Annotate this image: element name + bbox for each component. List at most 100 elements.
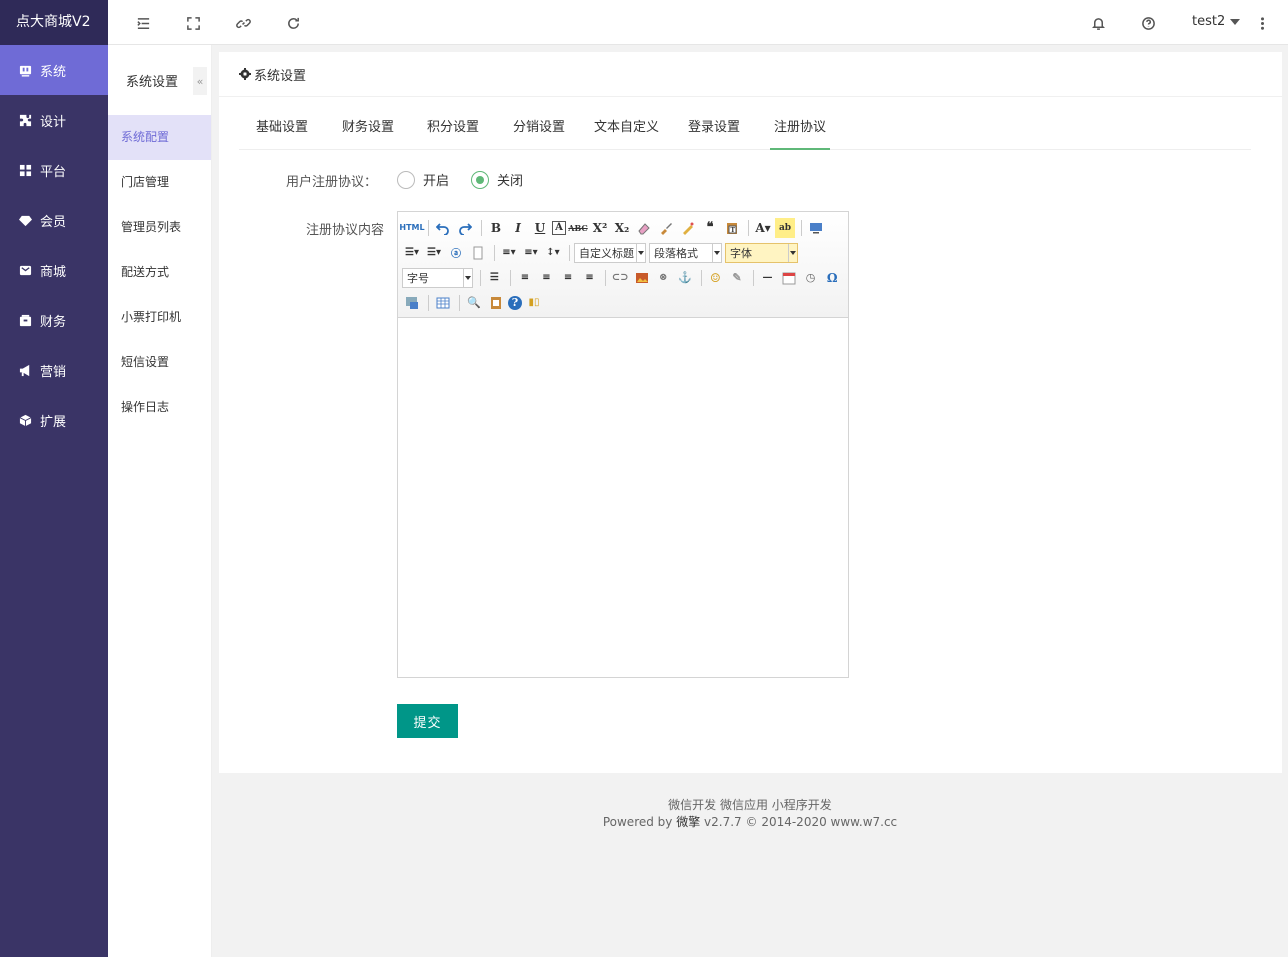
tab-basic[interactable]: 基础设置 <box>256 108 308 150</box>
main-menu-finance[interactable]: 财务 <box>0 295 108 345</box>
direction-icon[interactable]: ☰ <box>485 268 505 288</box>
sub-item-delivery[interactable]: 配送方式 <box>108 250 211 295</box>
horizontal-rule-icon[interactable]: — <box>758 268 778 288</box>
collapse-button[interactable]: « <box>193 67 207 95</box>
submit-button[interactable]: 提交 <box>397 704 458 738</box>
user-menu[interactable]: test2 <box>1192 14 1241 29</box>
date-icon[interactable] <box>779 268 799 288</box>
main-menu-label: 设计 <box>40 114 67 130</box>
editor-content-area[interactable] <box>398 319 848 677</box>
menu-fold-icon[interactable] <box>134 14 152 32</box>
radio-disable[interactable]: 关闭 <box>471 170 523 189</box>
redo-icon[interactable] <box>455 218 475 238</box>
html-source-button[interactable]: HTML <box>399 218 424 238</box>
settings-card: 系统设置 基础设置 财务设置 积分设置 分销设置 文本自定义 登录设置 注册协议… <box>219 52 1282 773</box>
mail-icon <box>18 263 32 277</box>
auto-format-icon[interactable] <box>678 218 698 238</box>
bell-icon[interactable] <box>1089 14 1107 32</box>
bold-icon[interactable]: B <box>486 218 506 238</box>
blockquote-icon[interactable]: ❝ <box>700 218 720 238</box>
unordered-list-icon[interactable]: ☰▾ <box>424 243 444 263</box>
preview-icon[interactable] <box>806 218 826 238</box>
help-icon[interactable]: ? <box>508 295 522 310</box>
italic-icon[interactable]: I <box>508 218 528 238</box>
wordimage-icon[interactable] <box>402 293 422 313</box>
sub-item-printer[interactable]: 小票打印机 <box>108 295 211 340</box>
time-icon[interactable]: ◷ <box>801 268 821 288</box>
special-chars-icon[interactable]: Ω <box>822 268 842 288</box>
main-menu-design[interactable]: 设计 <box>0 95 108 145</box>
insert-anchor-icon[interactable]: ⓐ <box>446 243 466 263</box>
search-replace-icon[interactable]: 🔍 <box>464 293 484 313</box>
toolbar-separator <box>748 219 749 236</box>
template-icon[interactable] <box>486 293 506 313</box>
dropdown-arrow-icon <box>462 268 472 287</box>
undo-icon[interactable] <box>433 218 453 238</box>
main-menu-marketing[interactable]: 营销 <box>0 345 108 395</box>
custom-title-select[interactable]: 自定义标题 <box>574 242 646 263</box>
main-menu-member[interactable]: 会员 <box>0 195 108 245</box>
emotion-icon[interactable]: ☺ <box>706 268 726 288</box>
tab-login[interactable]: 登录设置 <box>688 108 740 150</box>
font-size-select[interactable]: 字号 <box>402 267 473 288</box>
link-icon[interactable] <box>234 14 252 32</box>
strikethrough-icon[interactable]: ABC <box>568 218 588 238</box>
highlight-color-icon[interactable]: ab <box>775 217 795 238</box>
link-icon[interactable]: ⊂⊃ <box>610 268 630 288</box>
sub-item-system-config[interactable]: 系统配置 <box>108 115 211 160</box>
font-family-select[interactable]: 字体 <box>725 242 798 263</box>
rich-text-editor: HTML B I U A ABC X² X₂ ❝ T A▾ ab ☰▾ ☰▾ ⓐ… <box>397 211 849 678</box>
page-break-icon[interactable] <box>468 243 488 263</box>
sub-item-store-manage[interactable]: 门店管理 <box>108 160 211 205</box>
main-menu-extension[interactable]: 扩展 <box>0 395 108 445</box>
align-center-icon[interactable]: ≡ <box>537 268 557 288</box>
align-justify-icon[interactable]: ≡ <box>580 268 600 288</box>
tab-distribution[interactable]: 分销设置 <box>513 108 565 150</box>
insert-table-icon[interactable] <box>433 293 453 313</box>
eraser-icon[interactable] <box>634 218 654 238</box>
toolbar-row: HTML B I U A ABC X² X₂ ❝ T A▾ ab <box>399 215 844 240</box>
line-height-icon[interactable]: ↕▾ <box>543 243 563 263</box>
tab-points[interactable]: 积分设置 <box>427 108 479 150</box>
svg-text:T: T <box>731 227 736 234</box>
tab-text-custom[interactable]: 文本自定义 <box>594 108 659 150</box>
scrawl-icon[interactable]: ✎ <box>727 268 747 288</box>
brand-logo[interactable]: 点大商城V2 <box>0 0 108 45</box>
footer-brand-link[interactable]: 微擎 <box>676 815 700 829</box>
underline-icon[interactable]: U <box>530 218 550 238</box>
custom-title-value: 自定义标题 <box>579 246 634 260</box>
align-right-icon[interactable]: ≡ <box>558 268 578 288</box>
row-spacing-bottom-icon[interactable]: ≡▾ <box>521 243 541 263</box>
ordered-list-icon[interactable]: ☰▾ <box>402 243 422 263</box>
font-border-icon[interactable]: A <box>552 220 566 235</box>
paragraph-format-select[interactable]: 段落格式 <box>649 242 722 263</box>
sub-item-sms[interactable]: 短信设置 <box>108 340 211 385</box>
main-menu-platform[interactable]: 平台 <box>0 145 108 195</box>
font-color-icon[interactable]: A▾ <box>753 218 773 238</box>
anchor-icon[interactable]: ⚓ <box>675 268 695 288</box>
row-spacing-top-icon[interactable]: ≡▾ <box>499 243 519 263</box>
footer-powered-text: Powered by <box>602 815 677 829</box>
paste-plain-icon[interactable]: T <box>722 218 742 238</box>
tab-finance[interactable]: 财务设置 <box>342 108 394 150</box>
radio-enable[interactable]: 开启 <box>397 170 449 189</box>
main-menu-system[interactable]: 系统 <box>0 45 108 95</box>
sub-item-admin-list[interactable]: 管理员列表 <box>108 205 211 250</box>
help-icon[interactable] <box>1139 14 1157 32</box>
sub-item-log[interactable]: 操作日志 <box>108 385 211 430</box>
more-icon[interactable] <box>1253 14 1271 32</box>
tab-register-agreement[interactable]: 注册协议 <box>770 108 831 150</box>
fullscreen-icon[interactable] <box>184 14 202 32</box>
refresh-icon[interactable] <box>284 14 302 32</box>
unlink-icon[interactable]: ⊗ <box>653 268 673 288</box>
subscript-icon[interactable]: X₂ <box>612 218 632 238</box>
image-icon[interactable] <box>632 268 652 288</box>
align-left-icon[interactable]: ≡ <box>515 268 535 288</box>
format-brush-icon[interactable] <box>656 218 676 238</box>
diamond-icon <box>18 213 32 227</box>
main-menu-mall[interactable]: 商城 <box>0 245 108 295</box>
main-menu-label: 扩展 <box>40 414 67 430</box>
drafts-icon[interactable]: ▮▯ <box>524 293 544 313</box>
footer-links[interactable]: 微信开发 微信应用 小程序开发 <box>212 797 1288 814</box>
superscript-icon[interactable]: X² <box>590 218 610 238</box>
